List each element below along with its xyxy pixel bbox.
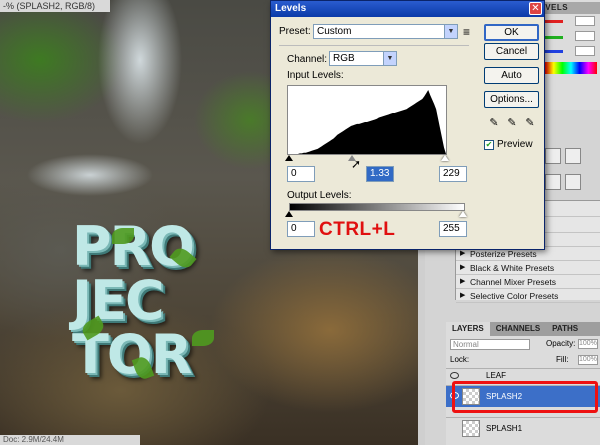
output-white-slider-handle[interactable]: [459, 211, 467, 217]
channel-select[interactable]: RGB ▼: [329, 51, 397, 66]
preset-menu-icon[interactable]: ≡: [463, 25, 470, 39]
input-gamma-field[interactable]: 1.33: [366, 166, 394, 182]
artwork-line-1: PRO: [72, 215, 195, 278]
input-levels-label: Input Levels:: [287, 70, 344, 81]
auto-button[interactable]: Auto: [484, 67, 539, 84]
layer-row-leaf[interactable]: LEAF: [446, 368, 600, 382]
preset-item-selective-color[interactable]: ▶ Selective Color Presets: [456, 289, 600, 303]
preset-label: Channel Mixer Presets: [470, 277, 556, 287]
preset-value: Custom: [317, 26, 352, 37]
tab-channels[interactable]: CHANNELS: [490, 322, 546, 336]
ok-button[interactable]: OK: [484, 24, 539, 41]
green-value-field[interactable]: [575, 31, 595, 41]
divider: [279, 45, 469, 46]
cursor-pointer-icon: ➚: [351, 157, 362, 171]
green-slider[interactable]: [545, 36, 563, 39]
chevron-down-icon: ▼: [383, 52, 396, 65]
dialog-title: Levels: [275, 3, 307, 14]
layer-name: SPLASH1: [486, 424, 523, 433]
channel-label: Channel:: [287, 54, 328, 65]
layer-thumbnail: [462, 420, 480, 437]
adjustment-icons: [545, 140, 600, 200]
channel-value: RGB: [333, 53, 355, 64]
expand-arrow-icon: ▶: [460, 292, 466, 299]
input-white-field[interactable]: 229: [439, 166, 467, 182]
preset-label: Black & White Presets: [470, 263, 555, 273]
preset-select[interactable]: Custom ▼: [313, 24, 458, 39]
levels-dialog: Levels ✕ Preset: Custom ▼ ≡ Channel: RGB…: [270, 0, 545, 250]
shortcut-annotation: CTRL+L: [319, 219, 396, 240]
lock-label: Lock:: [450, 355, 470, 364]
status-bar: Doc: 2.9M/24.4M: [0, 435, 140, 445]
red-value-field[interactable]: [575, 16, 595, 26]
white-eyedropper-icon[interactable]: ✎: [523, 116, 537, 130]
tab-paths[interactable]: PATHS: [546, 322, 584, 336]
output-levels-gradient: [289, 203, 465, 211]
opacity-label: Opacity:: [546, 339, 576, 348]
layer-row-splash1[interactable]: SPLASH1: [446, 417, 600, 439]
bw-adjust-icon[interactable]: [545, 174, 561, 190]
tab-layers[interactable]: LAYERS: [446, 322, 490, 336]
color-spectrum-bar[interactable]: [545, 62, 597, 74]
preview-label: Preview: [497, 139, 533, 150]
preview-checkbox[interactable]: ✔: [484, 140, 494, 150]
layer-name: LEAF: [486, 371, 507, 380]
preset-label: Selective Color Presets: [470, 291, 559, 301]
blue-slider[interactable]: [545, 50, 563, 53]
expand-arrow-icon: ▶: [460, 264, 466, 271]
document-tab[interactable]: -% (SPLASH2, RGB/8): [0, 0, 110, 12]
preset-label: Posterize Presets: [470, 249, 537, 259]
visibility-eye-icon[interactable]: [450, 372, 459, 379]
output-levels-label: Output Levels:: [287, 190, 352, 201]
input-black-field[interactable]: 0: [287, 166, 315, 182]
input-white-slider-handle[interactable]: [441, 155, 449, 161]
options-button[interactable]: Options...: [484, 91, 539, 108]
projector-title-artwork: PRO JEC TOR: [72, 220, 252, 390]
leaf-decoration: [192, 330, 214, 346]
output-black-field[interactable]: 0: [287, 221, 315, 237]
output-white-field[interactable]: 255: [439, 221, 467, 237]
histogram: [287, 85, 447, 155]
red-slider[interactable]: [545, 20, 563, 23]
preset-item-black-white[interactable]: ▶ Black & White Presets: [456, 261, 600, 275]
selected-layer-highlight: [452, 381, 598, 413]
gradient-map-icon[interactable]: [565, 174, 581, 190]
artwork-line-3: TOR: [72, 323, 192, 386]
levels-adjust-icon[interactable]: [545, 148, 561, 164]
gray-eyedropper-icon[interactable]: ✎: [505, 116, 519, 130]
cancel-button[interactable]: Cancel: [484, 43, 539, 60]
blue-value-field[interactable]: [575, 46, 595, 56]
input-black-slider-handle[interactable]: [285, 155, 293, 161]
fill-field[interactable]: 100%: [578, 355, 598, 365]
expand-arrow-icon: ▶: [460, 278, 466, 285]
histogram-graph: [288, 90, 446, 154]
opacity-field[interactable]: 100%: [578, 339, 598, 349]
leaf-decoration: [112, 228, 134, 244]
histogram-fill: [288, 90, 446, 154]
blend-row: Normal Opacity: 100%: [446, 336, 600, 352]
black-eyedropper-icon[interactable]: ✎: [487, 116, 501, 130]
fill-label: Fill:: [556, 355, 569, 364]
output-black-slider-handle[interactable]: [285, 211, 293, 217]
chevron-down-icon: ▼: [444, 25, 457, 38]
lock-row: Lock: Fill: 100%: [446, 352, 600, 368]
levels-dialog-titlebar[interactable]: Levels ✕: [271, 1, 544, 17]
layers-panel-tabs: LAYERS CHANNELS PATHS: [446, 322, 600, 336]
vibrance-adjust-icon[interactable]: [565, 148, 581, 164]
preset-label: Preset:: [279, 26, 311, 37]
blend-mode-select[interactable]: Normal: [450, 339, 530, 350]
preset-item-channel-mixer[interactable]: ▶ Channel Mixer Presets: [456, 275, 600, 289]
close-button[interactable]: ✕: [529, 2, 542, 15]
